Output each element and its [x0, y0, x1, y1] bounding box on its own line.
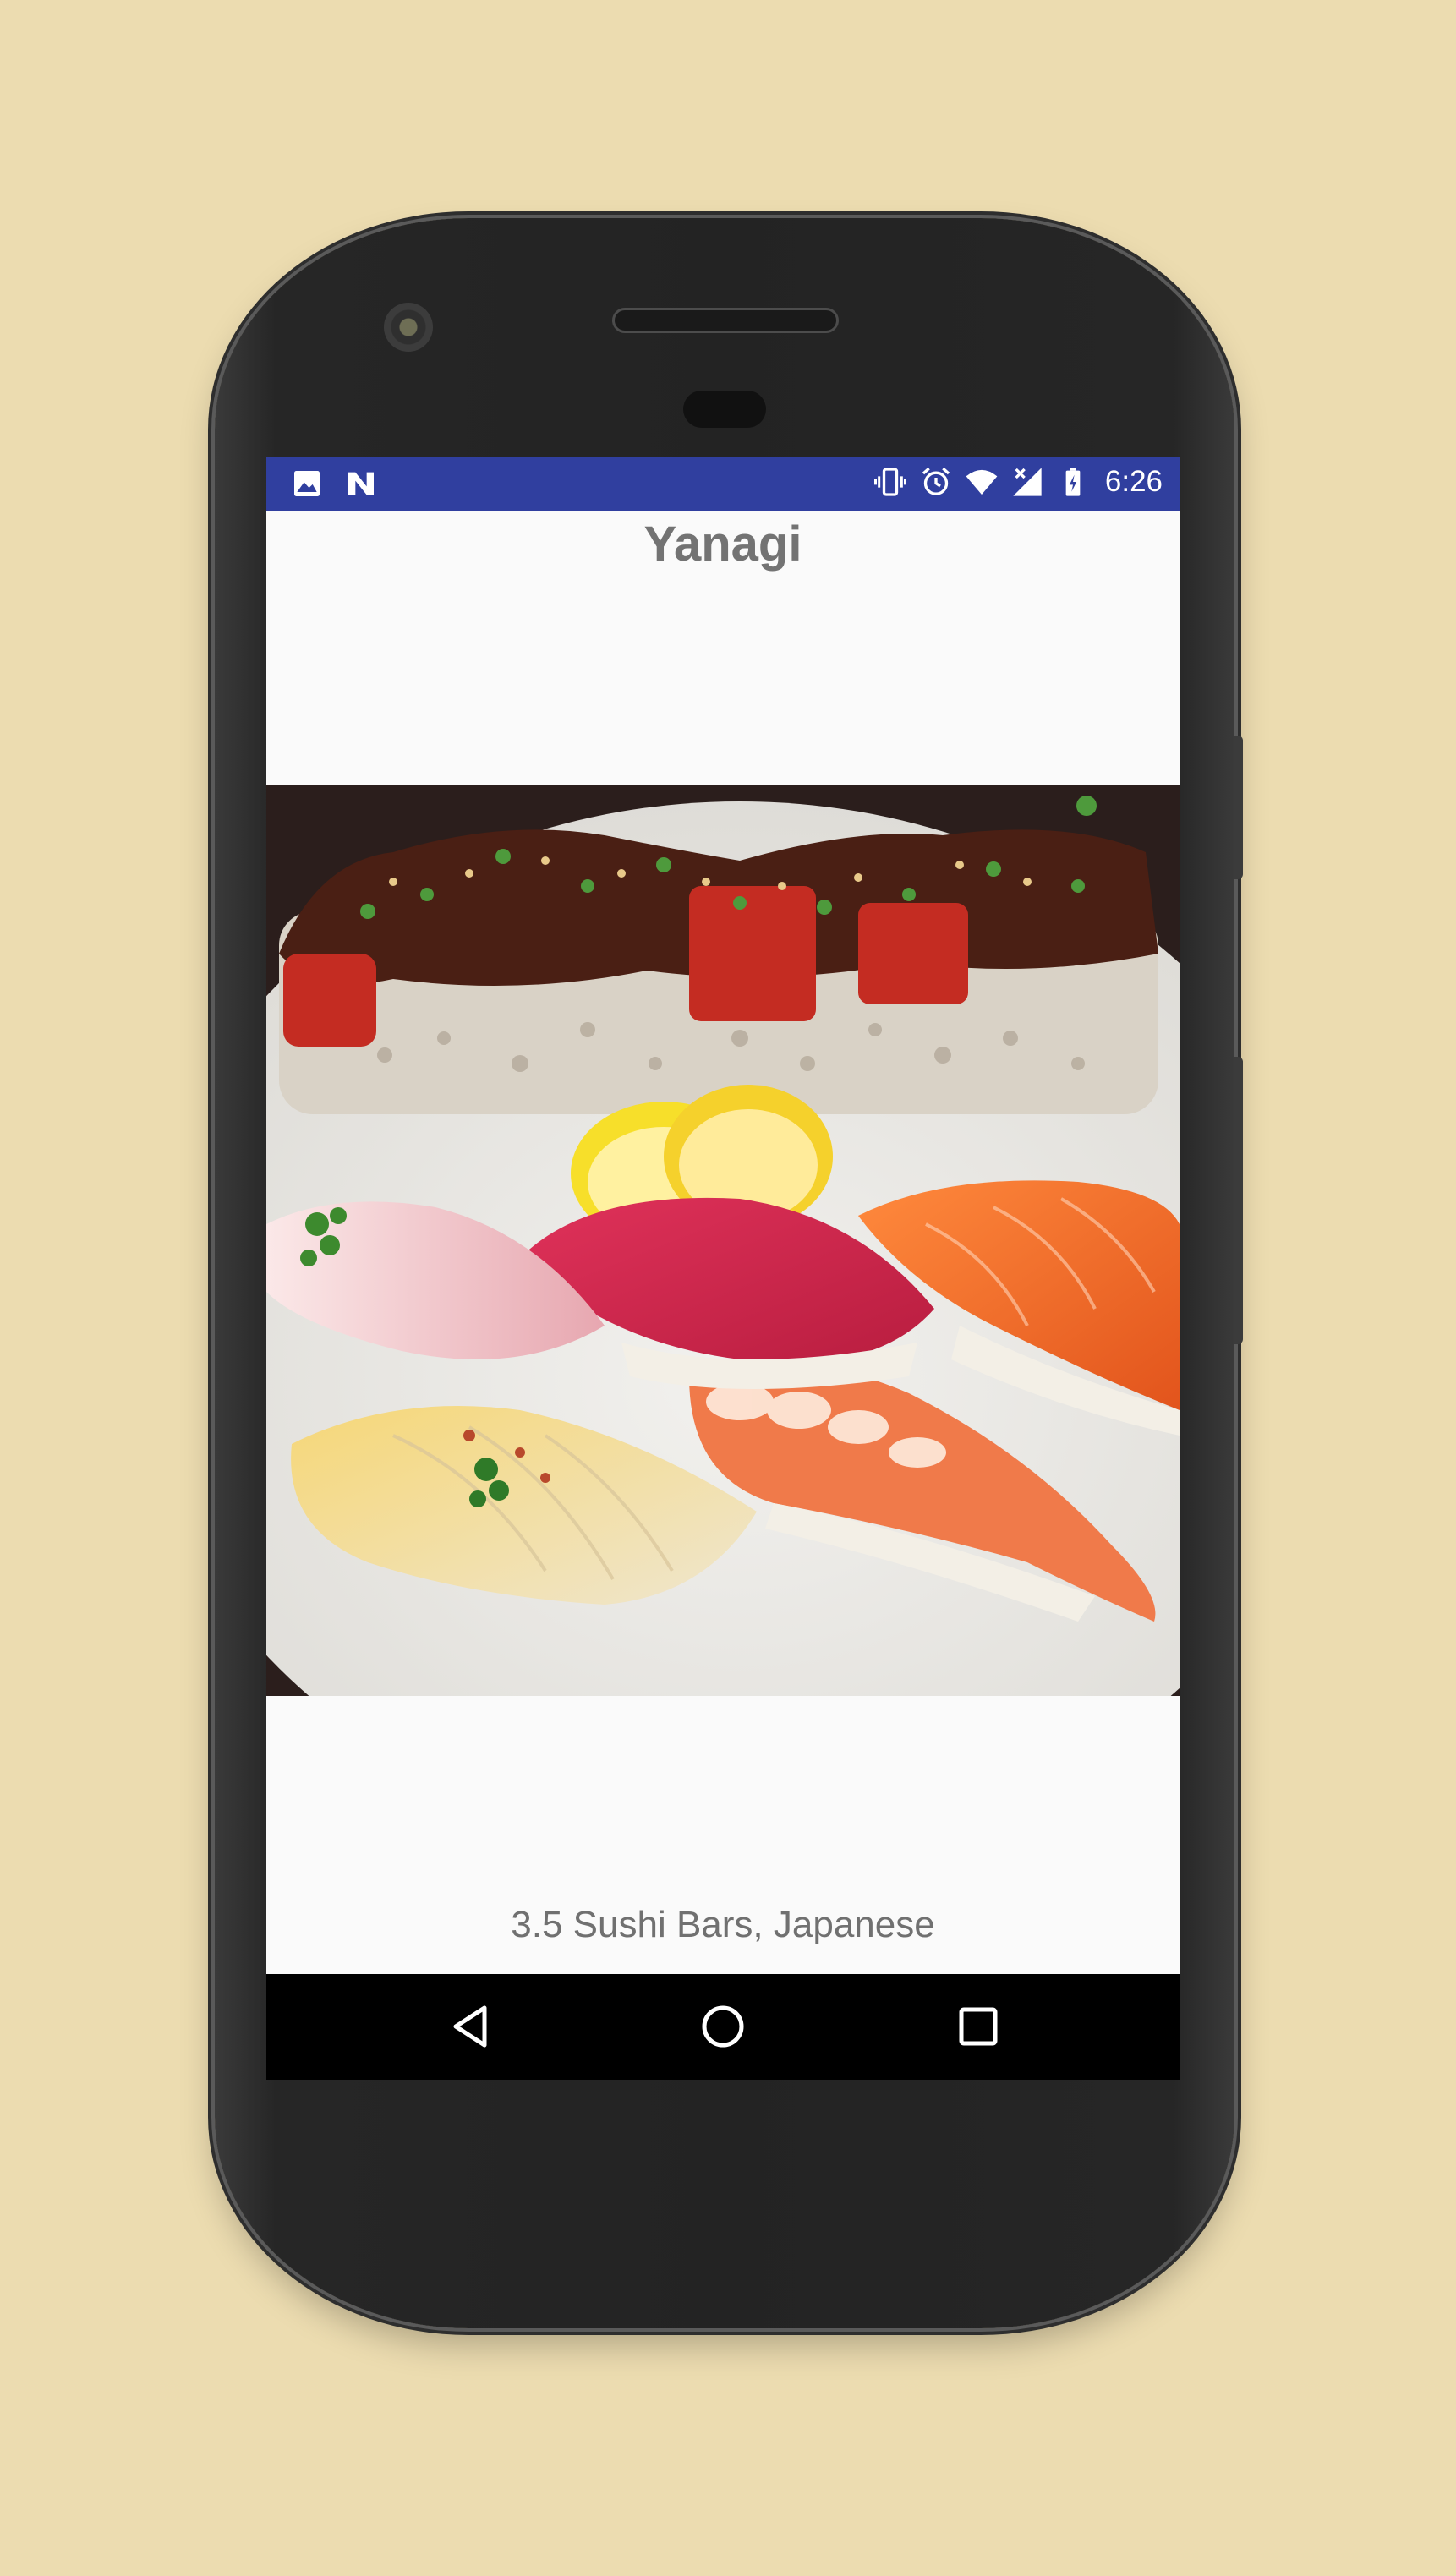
restaurant-title: Yanagi: [643, 517, 802, 572]
sushi-photo[interactable]: [266, 785, 1180, 1696]
alarm-icon: [922, 467, 950, 495]
vibrate-icon: [873, 468, 906, 496]
volume-button: [1234, 1057, 1243, 1344]
screen: 6:26 Yanagi 3.5 Sushi Bars, Japanese: [266, 457, 1180, 2080]
navigation-bar: [266, 1974, 1180, 2080]
earpiece-speaker: [612, 308, 839, 333]
n-logo-icon: [348, 472, 374, 495]
image-icon: [294, 471, 320, 496]
restaurant-rating-categories: 3.5 Sushi Bars, Japanese: [511, 1904, 935, 1945]
wifi-icon: [966, 469, 998, 495]
status-bar: 6:26: [266, 457, 1180, 511]
front-camera-icon: [384, 303, 433, 352]
home-icon[interactable]: [696, 1999, 750, 2054]
proximity-sensor: [683, 391, 766, 428]
recents-icon[interactable]: [951, 1999, 1005, 2054]
signal-icon: [1013, 468, 1042, 496]
back-icon[interactable]: [444, 1999, 498, 2054]
status-time: 6:26: [1104, 465, 1163, 498]
battery-charging-icon: [1065, 468, 1081, 496]
power-button: [1234, 736, 1243, 879]
